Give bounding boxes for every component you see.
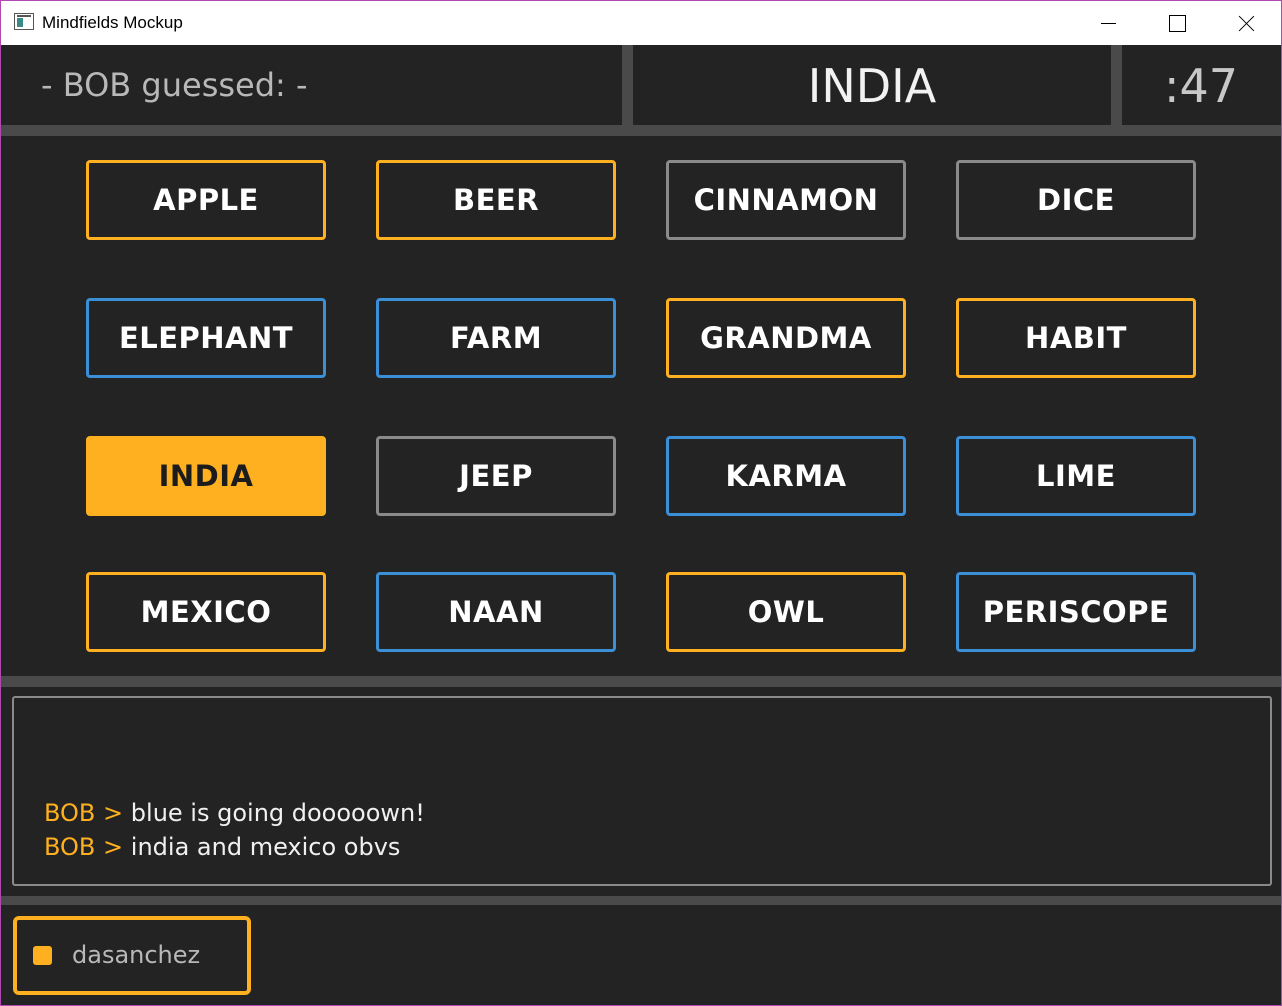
- word-card-beer[interactable]: BEER: [376, 160, 616, 240]
- word-card-label: APPLE: [153, 183, 259, 217]
- word-card-elephant[interactable]: ELEPHANT: [86, 298, 326, 378]
- close-icon[interactable]: [1223, 1, 1269, 45]
- word-card-label: LIME: [1036, 459, 1116, 493]
- word-card-label: NAAN: [448, 595, 544, 629]
- word-card-label: INDIA: [158, 459, 254, 493]
- chat-separator: >: [103, 833, 124, 861]
- board-divider: [1, 676, 1281, 687]
- word-card-label: ELEPHANT: [118, 321, 294, 355]
- word-card-mexico[interactable]: MEXICO: [86, 572, 326, 652]
- header-divider: [1, 125, 1281, 136]
- current-clue: INDIA: [807, 59, 937, 113]
- word-card-label: PERISCOPE: [982, 595, 1170, 629]
- app-window: Mindfields Mockup - BOB guessed: - INDIA…: [0, 0, 1282, 1006]
- word-card-naan[interactable]: NAAN: [376, 572, 616, 652]
- maximize-icon[interactable]: [1153, 1, 1199, 45]
- word-card-grandma[interactable]: GRANDMA: [666, 298, 906, 378]
- title-bar[interactable]: Mindfields Mockup: [1, 1, 1281, 45]
- word-card-apple[interactable]: APPLE: [86, 160, 326, 240]
- word-card-label: DICE: [1037, 183, 1115, 217]
- word-card-india[interactable]: INDIA: [86, 436, 326, 516]
- word-card-label: OWL: [747, 595, 825, 629]
- word-card-farm[interactable]: FARM: [376, 298, 616, 378]
- word-card-jeep[interactable]: JEEP: [376, 436, 616, 516]
- word-card-karma[interactable]: KARMA: [666, 436, 906, 516]
- word-card-habit[interactable]: HABIT: [956, 298, 1196, 378]
- header-divider-left: [622, 45, 633, 126]
- chat-text: blue is going dooooown!: [130, 799, 425, 827]
- word-card-label: CINNAMON: [693, 183, 879, 217]
- word-card-label: KARMA: [725, 459, 847, 493]
- word-card-lime[interactable]: LIME: [956, 436, 1196, 516]
- word-card-label: FARM: [449, 321, 543, 355]
- guess-status: - BOB guessed: -: [41, 66, 308, 104]
- word-card-periscope[interactable]: PERISCOPE: [956, 572, 1196, 652]
- player-tag[interactable]: dasanchez: [13, 916, 251, 995]
- word-card-label: HABIT: [1025, 321, 1127, 355]
- word-card-dice[interactable]: DICE: [956, 160, 1196, 240]
- window-title: Mindfields Mockup: [42, 13, 183, 32]
- word-card-owl[interactable]: OWL: [666, 572, 906, 652]
- word-card-label: JEEP: [459, 459, 533, 493]
- player-color-indicator: [33, 946, 52, 965]
- word-card-cinnamon[interactable]: CINNAMON: [666, 160, 906, 240]
- chat-sender: BOB: [44, 833, 96, 861]
- chat-divider: [1, 896, 1281, 905]
- chat-separator: >: [103, 799, 124, 827]
- chat-text: india and mexico obvs: [130, 833, 401, 861]
- app-icon: [14, 13, 34, 30]
- chat-message: BOB > blue is going dooooown!: [44, 798, 425, 828]
- word-card-label: BEER: [452, 183, 540, 217]
- turn-timer: :47: [1163, 59, 1239, 113]
- word-card-label: GRANDMA: [700, 321, 872, 355]
- chat-sender: BOB: [44, 799, 96, 827]
- word-card-label: MEXICO: [140, 595, 272, 629]
- minimize-icon[interactable]: [1085, 1, 1131, 45]
- player-name: dasanchez: [72, 941, 201, 969]
- chat-message: BOB > india and mexico obvs: [44, 832, 400, 862]
- chat-log[interactable]: BOB > blue is going dooooown! BOB > indi…: [12, 696, 1272, 886]
